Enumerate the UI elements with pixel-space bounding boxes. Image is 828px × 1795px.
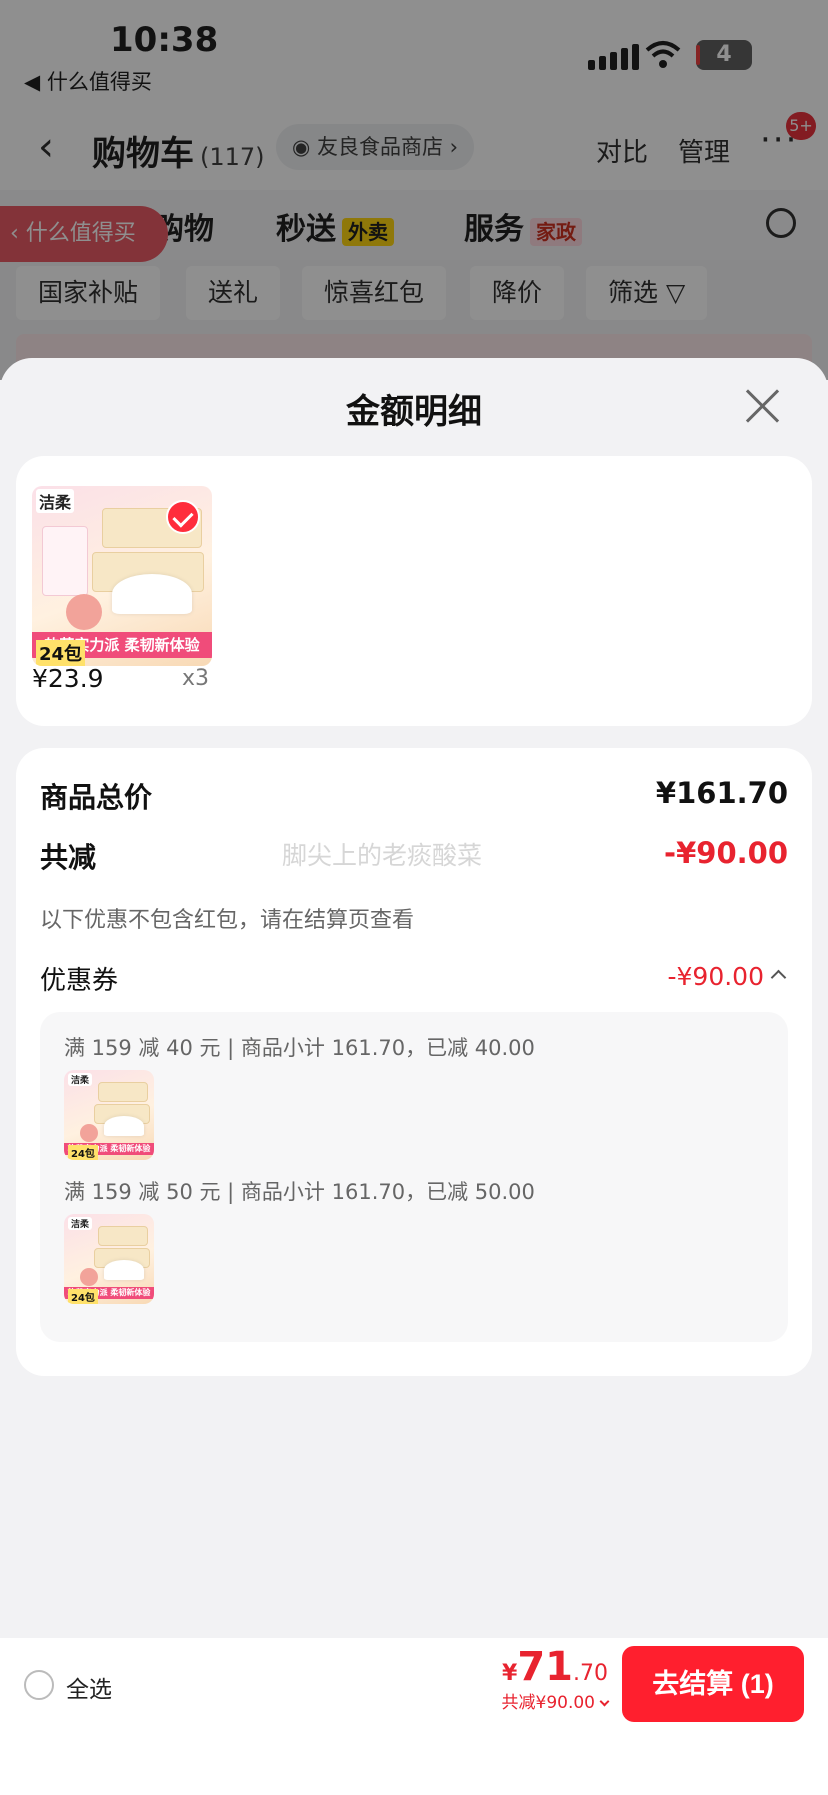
checkout-button[interactable]: 去结算 (1) — [622, 1646, 804, 1722]
background-cart-page: 10:38 ◀ 什么值得买 4 ‹ 购物车 (117) ◉ 友良食品商店 › 对比… — [0, 0, 828, 382]
home-indicator-area — [0, 1730, 828, 1795]
coupon-1-thumb-brand: 洁柔 — [68, 1073, 93, 1086]
close-icon[interactable] — [742, 386, 782, 426]
thumb-pack-count: 24包 — [36, 640, 86, 666]
discount-label: 共减 — [40, 841, 97, 874]
thumb-brand: 洁柔 — [36, 489, 75, 513]
coupon-label: 优惠券 — [40, 966, 119, 996]
watermark-text: 脚尖上的老痰酸菜 — [282, 841, 483, 870]
coupon-2-product-thumbnail: 洁柔 软萌实力派 柔韧新体验 24包 — [64, 1214, 154, 1304]
coupon-2-thumb-brand: 洁柔 — [68, 1217, 93, 1230]
total-price-value: ¥161.70 — [655, 776, 788, 810]
discount-value: -¥90.00 — [664, 836, 788, 870]
select-all-radio[interactable] — [24, 1670, 54, 1700]
coupon-line-1: 满 159 减 40 元 | 商品小计 161.70，已减 40.00 — [64, 1036, 535, 1060]
total-discount-line: 共减¥90.00 — [501, 1688, 610, 1713]
selected-check-icon[interactable] — [166, 500, 200, 534]
total-amount[interactable]: ¥71.70 共减¥90.00 — [501, 1644, 610, 1713]
chevron-down-icon — [599, 1696, 610, 1707]
discount-note: 以下优惠不包含红包，请在结算页查看 — [40, 908, 415, 933]
coupon-1-thumb-pack: 24包 — [68, 1145, 98, 1160]
amount-detail-sheet: 金额明细 洁柔 软萌实力派 柔韧新体验 24包 ¥23.9 x3 商品总价 ¥1… — [0, 358, 828, 1795]
sheet-title: 金额明细 — [346, 392, 482, 432]
product-card: 洁柔 软萌实力派 柔韧新体验 24包 ¥23.9 x3 — [16, 456, 812, 726]
coupon-value[interactable]: -¥90.00 — [668, 962, 765, 991]
total-price-label: 商品总价 — [40, 781, 153, 814]
product-quantity: x3 — [182, 666, 210, 691]
coupon-line-2: 满 159 减 50 元 | 商品小计 161.70，已减 50.00 — [64, 1180, 535, 1204]
modal-overlay[interactable] — [0, 0, 828, 380]
product-price: ¥23.9 — [32, 664, 104, 693]
total-integer: 71 — [517, 1644, 573, 1690]
coupon-2-thumb-pack: 24包 — [68, 1289, 98, 1304]
coupon-detail-box: 满 159 减 40 元 | 商品小计 161.70，已减 40.00 洁柔 软… — [40, 1012, 788, 1342]
checkout-bar: 全选 ¥71.70 共减¥90.00 去结算 (1) — [0, 1638, 828, 1730]
total-price-line: ¥71.70 — [502, 1644, 608, 1690]
total-currency: ¥ — [502, 1661, 518, 1686]
total-decimal: .70 — [573, 1661, 608, 1686]
total-discount-text: 共减¥90.00 — [501, 1693, 595, 1713]
chevron-up-icon[interactable] — [770, 969, 787, 986]
price-summary-card: 商品总价 ¥161.70 脚尖上的老痰酸菜 共减 -¥90.00 以下优惠不包含… — [16, 748, 812, 1376]
coupon-1-product-thumbnail: 洁柔 软萌实力派 柔韧新体验 24包 — [64, 1070, 154, 1160]
select-all-label[interactable]: 全选 — [66, 1670, 112, 1704]
